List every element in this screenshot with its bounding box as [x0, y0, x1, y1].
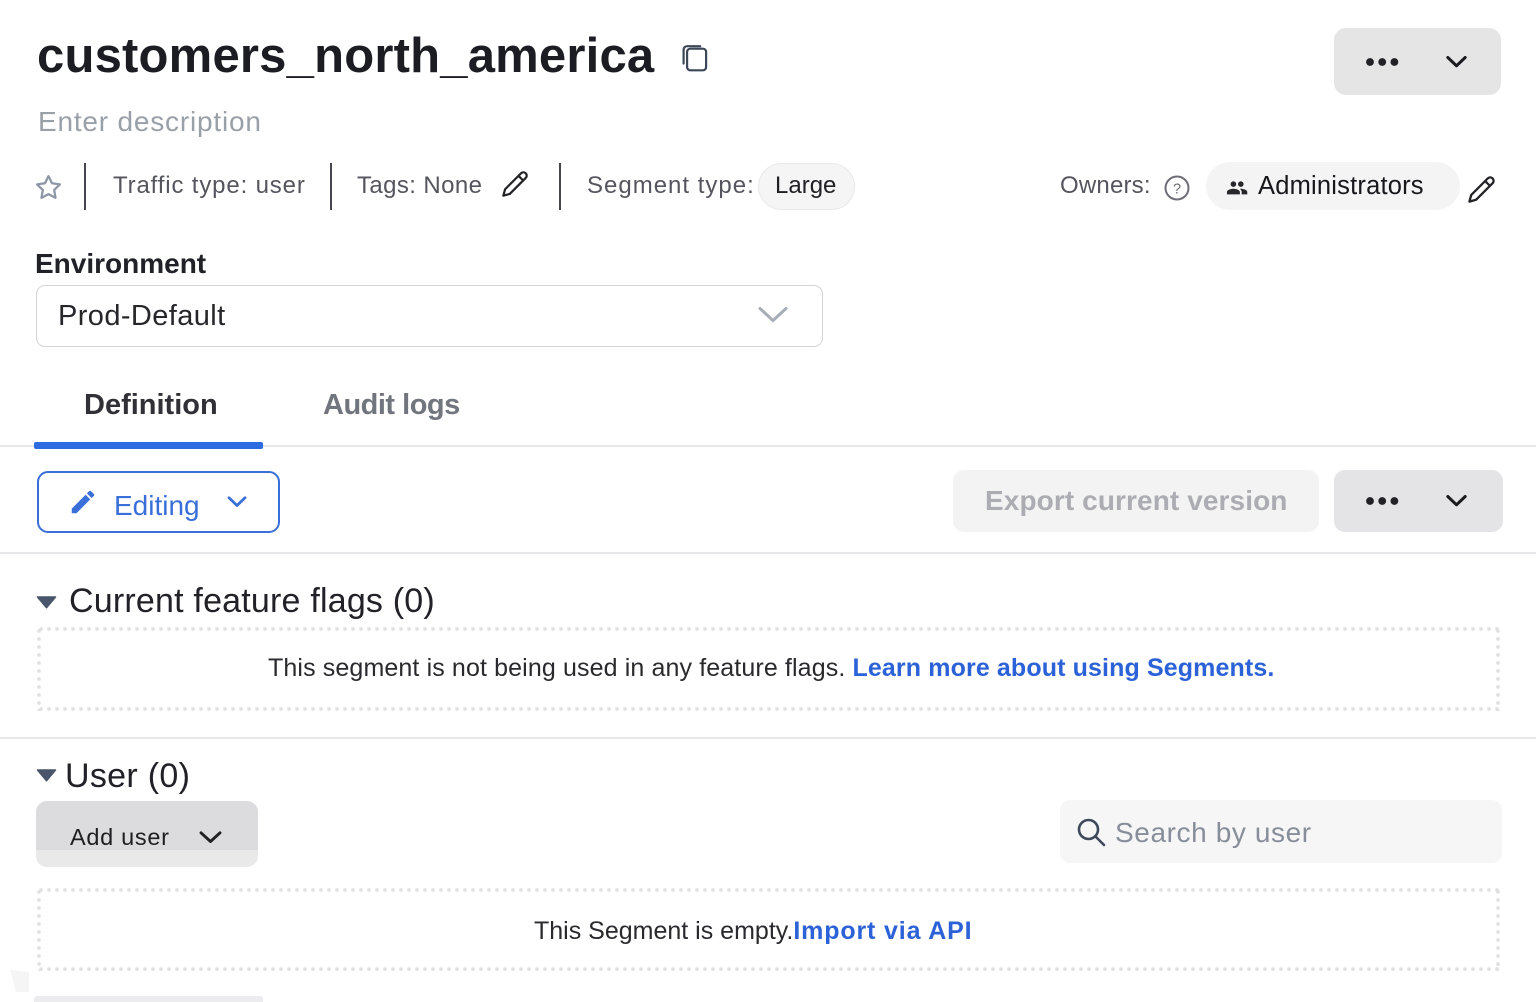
svg-text:?: ? — [1173, 181, 1181, 197]
